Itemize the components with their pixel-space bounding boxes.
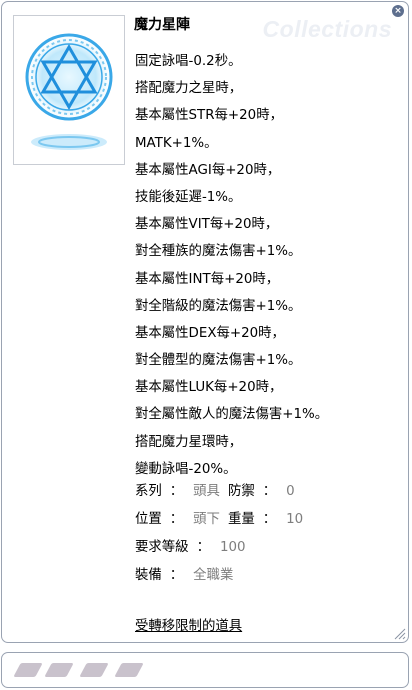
property-row-level: 要求等級 ： 100 [135, 534, 303, 562]
description-line: 對全種族的魔法傷害+1%。 [135, 244, 302, 260]
magic-hexagram-icon [24, 32, 114, 150]
property-row-equip: 裝備 ： 全職業 [135, 562, 303, 590]
required-level-value: 100 [219, 540, 246, 555]
description-line: MATK+1%。 [135, 135, 218, 151]
colon: ： [262, 512, 277, 527]
defense-value: 0 [286, 484, 295, 499]
description-line: 對全階級的魔法傷害+1%。 [135, 298, 302, 314]
equip-label: 裝備 [135, 568, 162, 583]
equip-value: 全職業 [193, 568, 234, 583]
item-title: 魔力星陣 [134, 17, 190, 33]
colon: ： [262, 484, 277, 499]
series-value: 頭具 [193, 484, 220, 499]
transfer-restriction-link[interactable]: 受轉移限制的道具 [135, 614, 242, 634]
card-slot[interactable] [13, 663, 43, 677]
item-illustration [13, 15, 125, 165]
colon: ： [169, 512, 184, 527]
description-line: 搭配魔力之星時， [135, 81, 243, 97]
item-info-window: Collections × 魔力星陣 固定詠唱-0.2秒。 搭配魔力之星時， 基… [1, 1, 409, 643]
property-row-series: 系列 ： 頭具 防禦 ： 0 [135, 478, 303, 506]
description-line: 基本屬性VIT每+20時， [135, 217, 279, 233]
card-slot[interactable] [79, 663, 109, 677]
description-line: 搭配魔力星環時， [135, 434, 243, 450]
description-line: 基本屬性AGI每+20時， [135, 162, 281, 178]
description-line: 基本屬性INT每+20時， [135, 271, 280, 287]
card-slot[interactable] [44, 663, 74, 677]
card-slot[interactable] [114, 663, 144, 677]
collections-watermark: Collections [262, 16, 392, 42]
colon: ： [196, 540, 210, 555]
description-line: 基本屬性LUK每+20時， [135, 380, 283, 396]
description-line: 對全體型的魔法傷害+1%。 [135, 353, 302, 369]
defense-label: 防禦 [227, 484, 255, 499]
required-level-label: 要求等級 [135, 540, 189, 555]
card-slot-bar [1, 652, 409, 688]
resize-grip-icon[interactable] [392, 626, 406, 640]
description-line: 對全屬性敵人的魔法傷害+1%。 [135, 407, 329, 423]
description-line: 基本屬性DEX每+20時， [135, 325, 285, 341]
weight-label: 重量 [227, 512, 255, 527]
item-description: 固定詠唱-0.2秒。 搭配魔力之星時， 基本屬性STR每+20時， MATK+1… [135, 48, 328, 483]
item-properties: 系列 ： 頭具 防禦 ： 0 位置 ： 頭下 重量 ： 10 要求等級 ： 10… [135, 478, 303, 590]
colon: ： [169, 568, 184, 583]
description-line: 固定詠唱-0.2秒。 [135, 54, 242, 69]
colon: ： [169, 484, 184, 499]
weight-value: 10 [286, 512, 304, 527]
description-line: 技能後延遲-1%。 [135, 189, 242, 205]
close-icon[interactable]: × [392, 5, 404, 17]
series-label: 系列 [135, 484, 162, 499]
description-line: 基本屬性STR每+20時， [135, 108, 283, 124]
position-value: 頭下 [193, 512, 220, 527]
position-label: 位置 [135, 512, 162, 527]
property-row-position: 位置 ： 頭下 重量 ： 10 [135, 506, 303, 534]
